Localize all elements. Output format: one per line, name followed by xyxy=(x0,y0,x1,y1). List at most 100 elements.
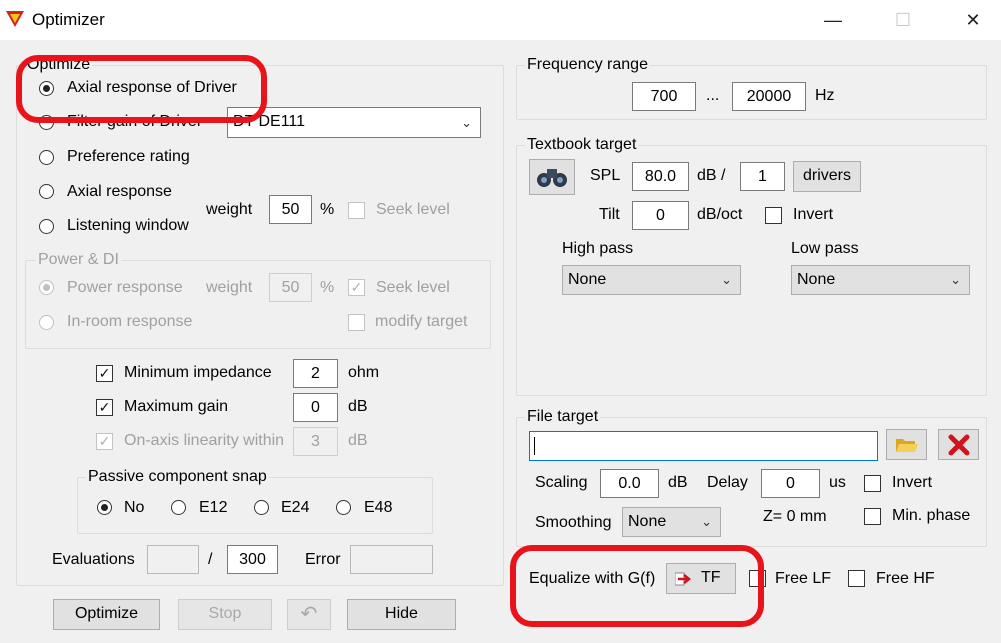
in-room-label: In-room response xyxy=(67,313,193,330)
snap-no-radio[interactable] xyxy=(97,500,112,515)
clear-file-button[interactable] xyxy=(938,429,979,460)
seek-level-label: Seek level xyxy=(376,201,450,218)
scaling-label: Scaling xyxy=(535,474,588,491)
free-hf-label: Free HF xyxy=(876,570,935,587)
power-response-radio[interactable] xyxy=(39,280,54,295)
linearity-unit: dB xyxy=(348,432,368,449)
power-weight-input[interactable]: 50 xyxy=(269,273,312,302)
max-gain-checkbox[interactable]: ✓ xyxy=(96,399,113,416)
power-response-label: Power response xyxy=(67,279,183,296)
driver-select[interactable]: DT DE111 ⌄ xyxy=(227,107,481,138)
minimize-button[interactable]: — xyxy=(810,6,856,34)
smoothing-value: None xyxy=(628,513,667,530)
free-hf-checkbox[interactable] xyxy=(848,570,865,587)
min-impedance-checkbox[interactable]: ✓ xyxy=(96,365,113,382)
delay-unit: us xyxy=(829,474,846,491)
low-pass-value: None xyxy=(797,271,836,288)
linearity-input[interactable]: 3 xyxy=(293,427,338,456)
snap-e24-label: E24 xyxy=(281,499,310,516)
tilt-unit: dB/oct xyxy=(697,206,743,223)
frequency-high-input[interactable]: 20000 xyxy=(732,82,806,111)
snap-no-label: No xyxy=(124,499,145,516)
maximize-button[interactable]: ☐ xyxy=(880,6,926,34)
optimize-button[interactable]: Optimize xyxy=(53,599,160,630)
smoothing-label: Smoothing xyxy=(535,514,612,531)
linearity-checkbox[interactable]: ✓ xyxy=(96,433,113,450)
evaluations-slash: / xyxy=(208,551,213,568)
tilt-input[interactable]: 0 xyxy=(632,201,689,230)
smoothing-select[interactable]: None ⌄ xyxy=(622,507,721,537)
linearity-label: On-axis linearity within xyxy=(124,432,285,449)
power-seek-level-checkbox[interactable]: ✓ xyxy=(348,279,365,296)
highlight-axial-driver xyxy=(16,55,267,123)
delay-label: Delay xyxy=(707,474,748,491)
chevron-down-icon: ⌄ xyxy=(461,115,472,130)
min-phase-checkbox[interactable] xyxy=(864,508,881,525)
weight-input[interactable]: 50 xyxy=(269,195,312,224)
weight-percent: % xyxy=(320,201,335,218)
open-file-button[interactable] xyxy=(886,429,927,460)
tilt-label: Tilt xyxy=(599,206,620,223)
chevron-down-icon: ⌄ xyxy=(721,272,732,287)
in-room-radio[interactable] xyxy=(39,315,54,330)
high-pass-value: None xyxy=(568,271,607,288)
snap-e48-label: E48 xyxy=(364,499,393,516)
high-pass-select[interactable]: None ⌄ xyxy=(562,265,741,295)
folder-open-icon xyxy=(895,439,918,452)
evaluations-current xyxy=(147,545,199,574)
scaling-input[interactable]: 0.0 xyxy=(600,469,659,498)
z-offset-text: Z= 0 mm xyxy=(763,508,827,525)
undo-button[interactable]: ↶ xyxy=(287,599,331,630)
drivers-button[interactable]: drivers xyxy=(793,161,861,192)
window-title: Optimizer xyxy=(32,10,105,29)
min-impedance-input[interactable]: 2 xyxy=(293,359,338,388)
title-bar: Optimizer — ☐ ✕ xyxy=(0,0,1001,40)
power-seek-level-label: Seek level xyxy=(376,279,450,296)
drivers-count-input[interactable]: 1 xyxy=(740,162,785,191)
delay-input[interactable]: 0 xyxy=(761,469,820,498)
file-target-legend: File target xyxy=(527,408,599,425)
modify-target-checkbox[interactable] xyxy=(348,314,365,331)
app-logo-icon xyxy=(6,11,24,27)
stop-button[interactable]: Stop xyxy=(178,599,272,630)
snap-e12-radio[interactable] xyxy=(171,500,186,515)
evaluations-label: Evaluations xyxy=(52,551,135,568)
spl-label: SPL xyxy=(590,167,621,184)
close-button[interactable]: ✕ xyxy=(950,6,996,34)
spl-input[interactable]: 80.0 xyxy=(632,162,689,191)
textbook-library-button[interactable] xyxy=(529,159,575,195)
hide-button[interactable]: Hide xyxy=(347,599,456,630)
preference-radio[interactable] xyxy=(39,150,54,165)
file-path-input[interactable] xyxy=(529,431,878,461)
low-pass-label: Low pass xyxy=(791,240,859,257)
low-pass-select[interactable]: None ⌄ xyxy=(791,265,970,295)
frequency-legend: Frequency range xyxy=(527,56,648,73)
listening-window-label: Listening window xyxy=(67,217,189,234)
listening-window-radio[interactable] xyxy=(39,219,54,234)
power-di-legend: Power & DI xyxy=(38,251,119,268)
snap-e12-label: E12 xyxy=(199,499,228,516)
chevron-down-icon: ⌄ xyxy=(950,272,961,287)
frequency-low-input[interactable]: 700 xyxy=(632,82,696,111)
error-value xyxy=(350,545,433,574)
evaluations-max-input[interactable]: 300 xyxy=(227,545,278,574)
seek-level-checkbox[interactable] xyxy=(348,202,365,219)
power-weight-percent: % xyxy=(320,279,335,296)
max-gain-label: Maximum gain xyxy=(124,398,229,415)
min-impedance-unit: ohm xyxy=(348,364,380,381)
snap-e48-radio[interactable] xyxy=(336,500,351,515)
snap-legend: Passive component snap xyxy=(88,468,267,485)
high-pass-label: High pass xyxy=(562,240,634,257)
min-phase-label: Min. phase xyxy=(892,507,971,524)
min-impedance-label: Minimum impedance xyxy=(124,364,272,381)
file-invert-label: Invert xyxy=(892,474,933,491)
snap-e24-radio[interactable] xyxy=(254,500,269,515)
error-label: Error xyxy=(305,551,341,568)
textbook-invert-checkbox[interactable] xyxy=(765,207,782,224)
max-gain-input[interactable]: 0 xyxy=(293,393,338,422)
axial-response-radio[interactable] xyxy=(39,184,54,199)
undo-icon: ↶ xyxy=(300,603,318,625)
power-weight-label: weight xyxy=(206,279,253,296)
file-invert-checkbox[interactable] xyxy=(864,475,881,492)
free-lf-label: Free LF xyxy=(775,570,832,587)
